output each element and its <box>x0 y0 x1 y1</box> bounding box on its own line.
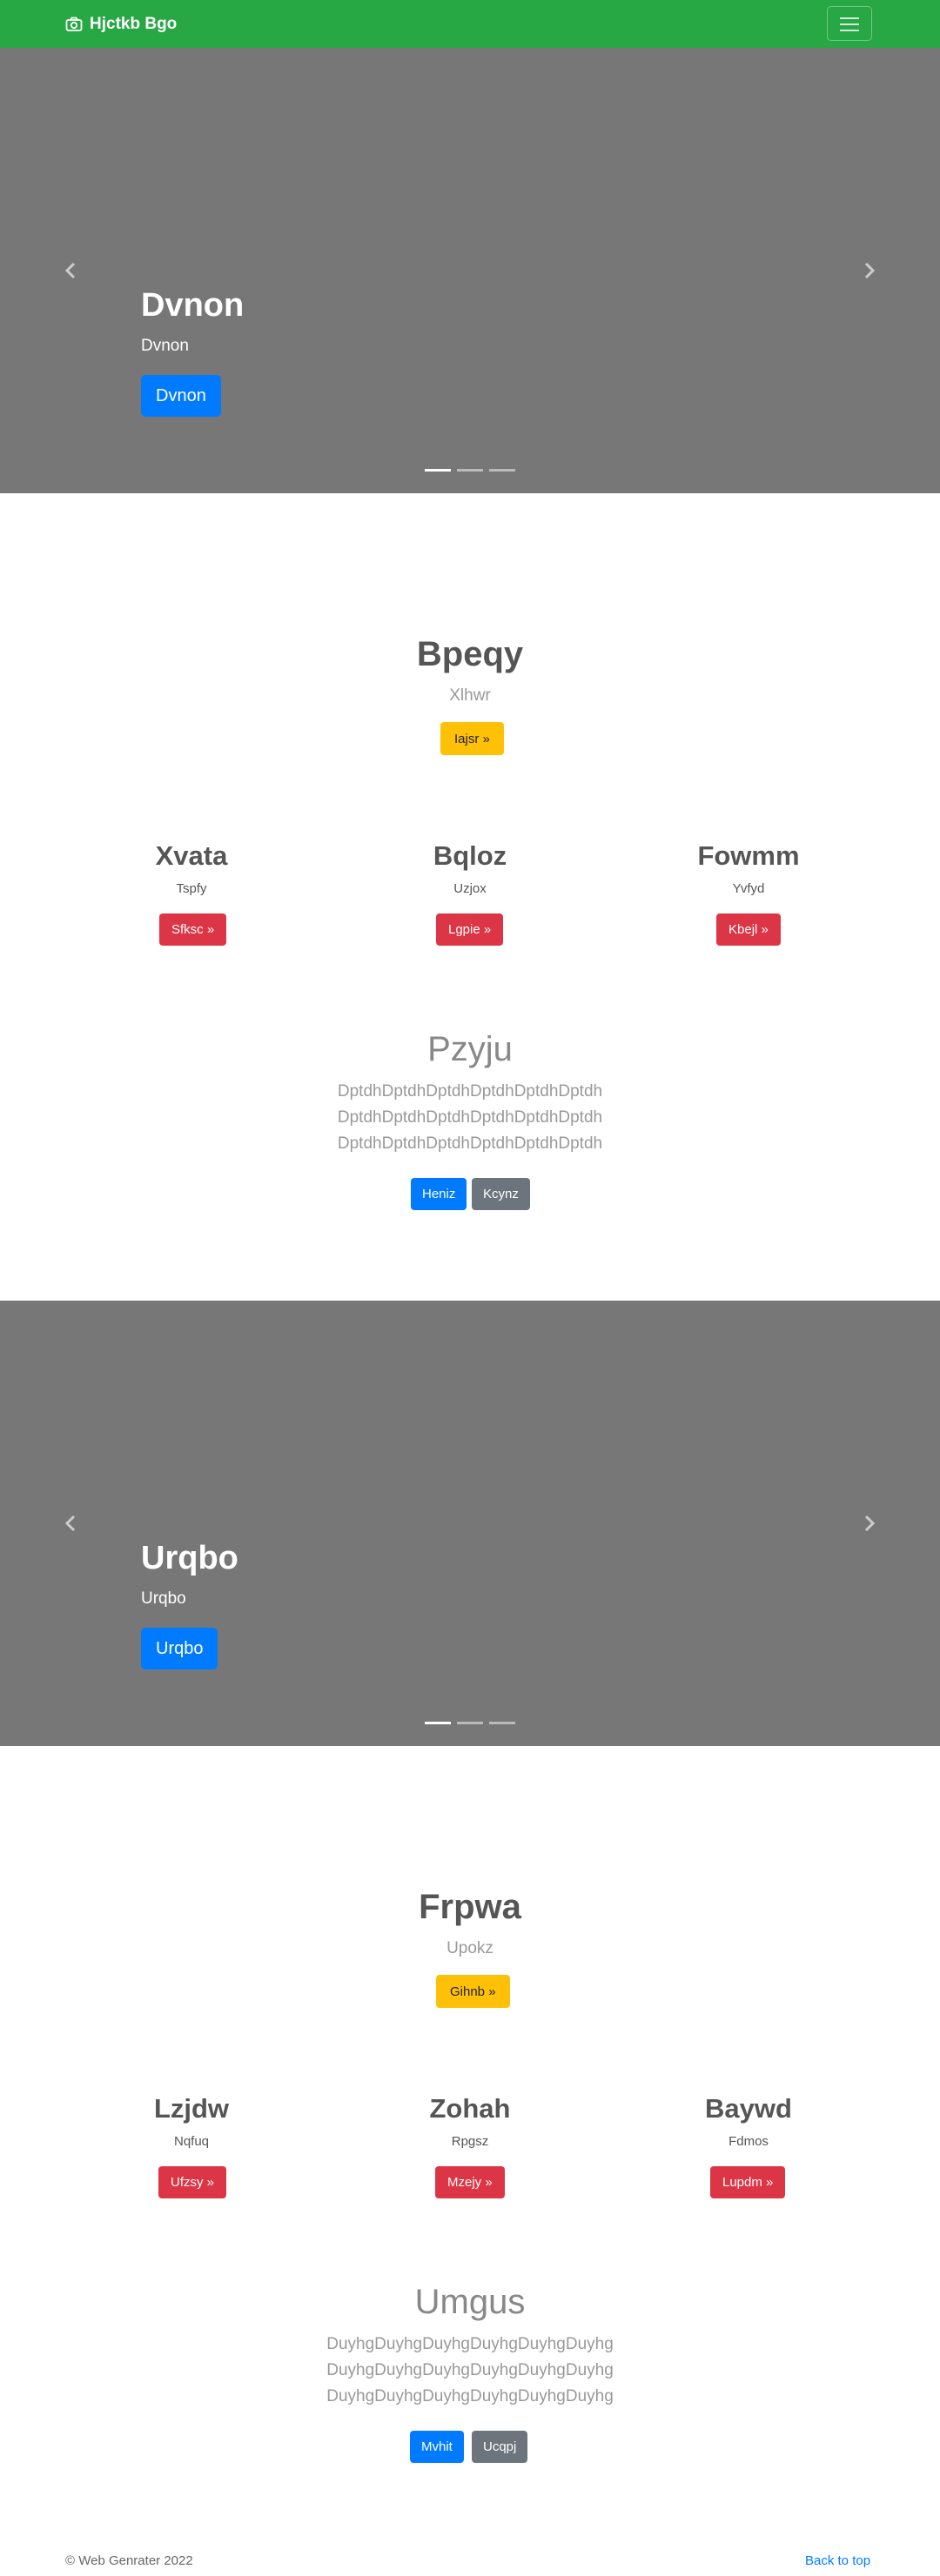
carousel-cta-button[interactable]: Dvnon <box>141 375 221 417</box>
hero-button[interactable]: Iajsr » <box>440 722 504 755</box>
feature-paragraph: DuyhgDuyhgDuyhgDuyhgDuyhgDuyhg DuyhgDuyh… <box>326 2335 614 2405</box>
carousel-indicator-2[interactable] <box>457 1722 483 1724</box>
column-button[interactable]: Sfksc » <box>159 913 227 946</box>
carousel-caption-text: Urqbo <box>141 1589 186 1608</box>
column-title: Xvata <box>155 840 228 871</box>
feature-title: Pzyju <box>427 1030 513 1068</box>
feature-secondary-button[interactable]: Kcynz <box>472 1178 530 1210</box>
column-button[interactable]: Kbejl » <box>716 913 781 946</box>
hero-title: Frpwa <box>419 1888 521 1926</box>
brand-name: Hjctkb Bgo <box>90 15 178 33</box>
navbar-toggler-button[interactable] <box>827 6 872 41</box>
column-text: Uzjox <box>453 881 487 896</box>
hero-subtitle: Xlhwr <box>449 686 491 705</box>
carousel-caption-title: Dvnon <box>141 287 245 324</box>
column-button[interactable]: Ufzsy » <box>158 2166 227 2198</box>
column-text: Tspfy <box>176 881 207 896</box>
carousel-cta-button[interactable]: Urqbo <box>141 1628 218 1669</box>
carousel-indicator-1[interactable] <box>425 469 451 472</box>
feature-secondary-button[interactable]: Ucqpj <box>472 2431 528 2463</box>
feature-title: Umgus <box>414 2283 526 2321</box>
column-title: Zohah <box>429 2093 511 2124</box>
carousel-indicator-3[interactable] <box>489 1722 515 1724</box>
carousel: Urqbo Urqbo Urqbo <box>0 1301 940 1746</box>
carousel-caption-title: Urqbo <box>141 1540 238 1576</box>
carousel-prev-icon[interactable] <box>61 1513 82 1534</box>
carousel: Dvnon Dvnon Dvnon <box>0 48 940 493</box>
column-text: Nqfuq <box>173 2134 210 2149</box>
column-button[interactable]: Lupdm » <box>710 2166 786 2198</box>
carousel-indicator-2[interactable] <box>457 469 483 472</box>
hero-subtitle: Upokz <box>446 1939 494 1957</box>
column-text: Yvfyd <box>732 881 765 896</box>
navbar: Hjctkb Bgo <box>0 0 940 48</box>
carousel-indicator-1[interactable] <box>425 1722 451 1724</box>
hamburger-icon <box>840 17 859 19</box>
column-button[interactable]: Lgpie » <box>436 913 504 946</box>
feature-primary-button[interactable]: Heniz <box>411 1178 467 1210</box>
column-title: Lzjdw <box>153 2093 230 2124</box>
hero-button[interactable]: Gihnb » <box>436 1975 510 2008</box>
carousel-next-icon[interactable] <box>858 260 879 281</box>
footer-copyright: © Web Genrater 2022 <box>65 2553 193 2568</box>
navbar-brand[interactable]: Hjctkb Bgo <box>65 13 177 36</box>
camera-icon <box>65 17 83 31</box>
column-title: Bqloz <box>433 840 507 871</box>
column-text: Rpgsz <box>451 2134 489 2149</box>
back-to-top-link[interactable]: Back to top <box>805 2553 870 2568</box>
carousel-next-icon[interactable] <box>858 1513 879 1534</box>
column-title: Baywd <box>705 2093 792 2124</box>
hero-title: Bpeqy <box>416 635 524 673</box>
carousel-prev-icon[interactable] <box>61 260 82 281</box>
column-title: Fowmm <box>697 840 800 871</box>
column-button[interactable]: Mzejy » <box>435 2166 505 2198</box>
carousel-caption-text: Dvnon <box>141 337 189 355</box>
feature-paragraph: DptdhDptdhDptdhDptdhDptdhDptdh DptdhDptd… <box>337 1082 603 1153</box>
feature-primary-button[interactable]: Mvhit <box>410 2431 464 2463</box>
column-text: Fdmos <box>728 2134 769 2149</box>
carousel-indicator-3[interactable] <box>489 469 515 472</box>
